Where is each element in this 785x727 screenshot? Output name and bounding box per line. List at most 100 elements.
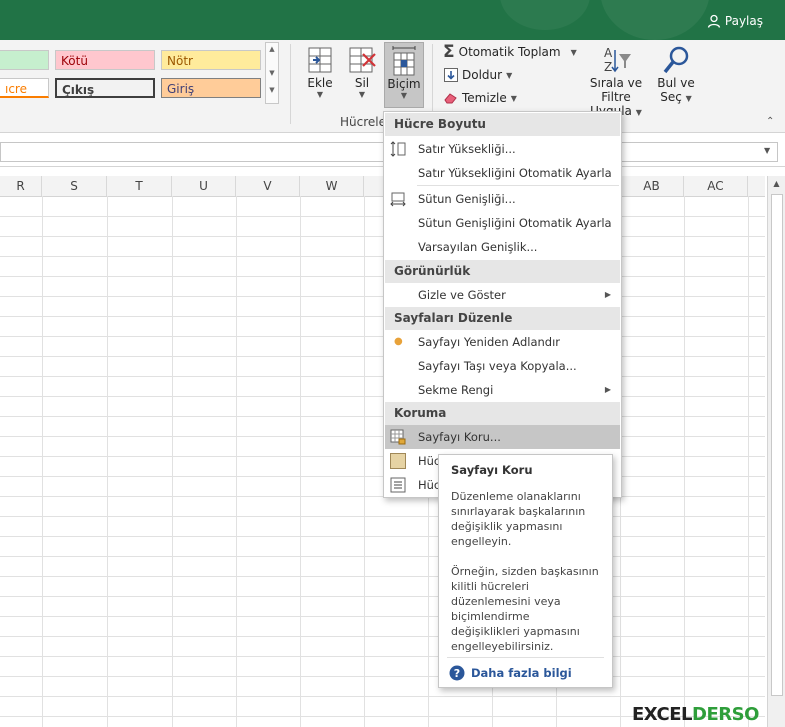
- svg-text:?: ?: [454, 667, 460, 680]
- tooltip-body: Düzenleme olanaklarını sınırlayarak başk…: [451, 490, 586, 548]
- format-cells-icon: [392, 46, 416, 76]
- cell-style-bad[interactable]: Kötü: [55, 50, 155, 70]
- find-label: Bul ve: [657, 76, 695, 90]
- menu-item-label: Sütun Genişliği...: [418, 192, 516, 206]
- insert-cells-icon: [308, 47, 332, 73]
- menu-item-label: Hüc: [418, 478, 441, 492]
- protect-sheet-icon: [390, 429, 406, 445]
- scroll-up-icon[interactable]: ▲: [768, 179, 785, 188]
- menu-item-label: Sayfayı Taşı veya Kopyala...: [418, 359, 577, 373]
- chevron-down-icon: ▼: [635, 108, 642, 117]
- menu-item-label: Gizle ve Göster: [418, 288, 506, 302]
- column-header[interactable]: AB: [620, 176, 684, 196]
- cell-style-label: ıcre: [5, 82, 27, 96]
- sort-label: Sırala ve Filtre: [589, 76, 643, 104]
- delete-label: Sil: [354, 76, 370, 90]
- chevron-down-icon: ▼: [358, 90, 366, 99]
- rename-icon: ●: [394, 336, 403, 347]
- column-header[interactable]: U: [172, 176, 236, 196]
- cell-style-label: Nötr: [167, 54, 193, 68]
- row-gridline: [0, 576, 765, 577]
- scrollbar-thumb[interactable]: [771, 194, 783, 696]
- title-bar-decoration: [600, 0, 710, 40]
- menu-item-label: Varsayılan Genişlik...: [418, 240, 538, 254]
- tooltip-title: Sayfayı Koru: [451, 463, 533, 477]
- gallery-scroll[interactable]: ▲ ▼ ▼: [265, 42, 279, 104]
- more-info-link[interactable]: ? Daha fazla bilgi: [449, 665, 572, 681]
- help-icon: ?: [449, 665, 465, 681]
- delete-button[interactable]: Sil ▼: [344, 44, 380, 99]
- svg-text:A: A: [604, 46, 613, 60]
- tooltip-divider: [447, 657, 604, 658]
- sort-filter-icon: A Z: [604, 46, 631, 74]
- menu-section-cell-size: Hücre Boyutu: [385, 113, 620, 136]
- row-gridline: [0, 556, 765, 557]
- watermark-logo: EXCELDERSO: [632, 704, 759, 725]
- find-select-button[interactable]: Bul ve Seç ▼: [656, 44, 696, 104]
- find-label: Seç: [660, 90, 682, 104]
- column-gridline: [236, 196, 237, 727]
- column-header[interactable]: V: [236, 176, 300, 196]
- menu-item-hide-show[interactable]: Gizle ve Göster ▶: [385, 283, 620, 307]
- menu-item-autofit-row[interactable]: Satır Yüksekliğini Otomatik Ayarla: [385, 161, 620, 185]
- row-height-icon: [390, 141, 406, 157]
- share-button[interactable]: Paylaş: [707, 14, 763, 28]
- menu-item-default-width[interactable]: Varsayılan Genişlik...: [385, 235, 620, 259]
- fill-down-icon: [444, 68, 458, 82]
- menu-section-protection: Koruma: [385, 402, 620, 425]
- cell-style-label: Kötü: [61, 54, 88, 68]
- autosum-button[interactable]: Σ Otomatik Toplam ▼: [443, 44, 577, 61]
- delete-cells-icon: [349, 47, 376, 73]
- clear-label: Temizle: [462, 91, 507, 105]
- vertical-scrollbar[interactable]: ▲: [767, 176, 785, 727]
- chevron-down-icon: ▼: [400, 91, 408, 100]
- expand-formula-icon[interactable]: ▼: [764, 146, 770, 155]
- chevron-down-icon: ▼: [510, 93, 517, 103]
- menu-item-autofit-column[interactable]: Sütun Genişliğini Otomatik Ayarla: [385, 211, 620, 235]
- fill-button[interactable]: Doldur ▼: [444, 68, 512, 82]
- column-header[interactable]: R: [0, 176, 42, 196]
- column-header[interactable]: AC: [684, 176, 748, 196]
- format-button[interactable]: Biçim ▼: [384, 42, 424, 108]
- column-gridline: [300, 196, 301, 727]
- format-dropdown-menu: Hücre Boyutu Satır Yüksekliği... Satır Y…: [383, 111, 622, 498]
- cell-style-good[interactable]: [0, 50, 49, 70]
- format-cells-dialog-icon: [390, 477, 406, 493]
- clear-button[interactable]: Temizle ▼: [444, 91, 517, 105]
- menu-item-tab-color[interactable]: Sekme Rengi ▶: [385, 378, 620, 402]
- cell-style-input[interactable]: Giriş: [161, 78, 261, 98]
- scroll-up-icon[interactable]: ▲: [266, 43, 278, 55]
- tooltip-body: Örneğin, sizden başkasının kilitli hücre…: [451, 565, 599, 653]
- row-gridline: [0, 636, 765, 637]
- menu-item-row-height[interactable]: Satır Yüksekliği...: [385, 137, 620, 161]
- menu-item-label: Satır Yüksekliğini Otomatik Ayarla: [418, 166, 612, 180]
- collapse-ribbon-icon[interactable]: ⌃: [766, 116, 774, 127]
- cell-style-calculation[interactable]: ıcre: [0, 78, 49, 98]
- column-header[interactable]: W: [300, 176, 364, 196]
- sort-filter-button[interactable]: A Z Sırala ve Filtre Uygula ▼: [574, 44, 658, 118]
- person-icon: [707, 14, 721, 28]
- menu-item-protect-sheet[interactable]: Sayfayı Koru...: [385, 425, 620, 449]
- scroll-down-icon[interactable]: ▼: [266, 67, 278, 79]
- menu-item-move-copy[interactable]: Sayfayı Taşı veya Kopyala...: [385, 354, 620, 378]
- cell-style-neutral[interactable]: Nötr: [161, 50, 261, 70]
- row-gridline: [0, 656, 765, 657]
- insert-label: Ekle: [307, 76, 333, 90]
- row-gridline: [0, 676, 765, 677]
- format-label: Biçim: [387, 77, 421, 91]
- watermark-text: EXCEL: [632, 704, 693, 725]
- menu-divider: [417, 185, 619, 186]
- menu-item-rename-sheet[interactable]: ● Sayfayı Yeniden Adlandır: [385, 330, 620, 354]
- cell-style-label: Giriş: [167, 82, 195, 96]
- insert-button[interactable]: Ekle ▼: [302, 44, 338, 99]
- watermark-text: DERSO: [692, 704, 759, 725]
- menu-item-label: Satır Yüksekliği...: [418, 142, 516, 156]
- column-header[interactable]: T: [107, 176, 172, 196]
- column-header[interactable]: S: [42, 176, 107, 196]
- menu-item-column-width[interactable]: Sütun Genişliği...: [385, 187, 620, 211]
- cell-style-output[interactable]: Çıkış: [55, 78, 155, 98]
- menu-item-label: Sekme Rengi: [418, 383, 494, 397]
- menu-item-label: Hüc: [418, 454, 441, 468]
- gallery-more-icon[interactable]: ▼: [266, 85, 278, 95]
- menu-item-label: Sütun Genişliğini Otomatik Ayarla: [418, 216, 612, 230]
